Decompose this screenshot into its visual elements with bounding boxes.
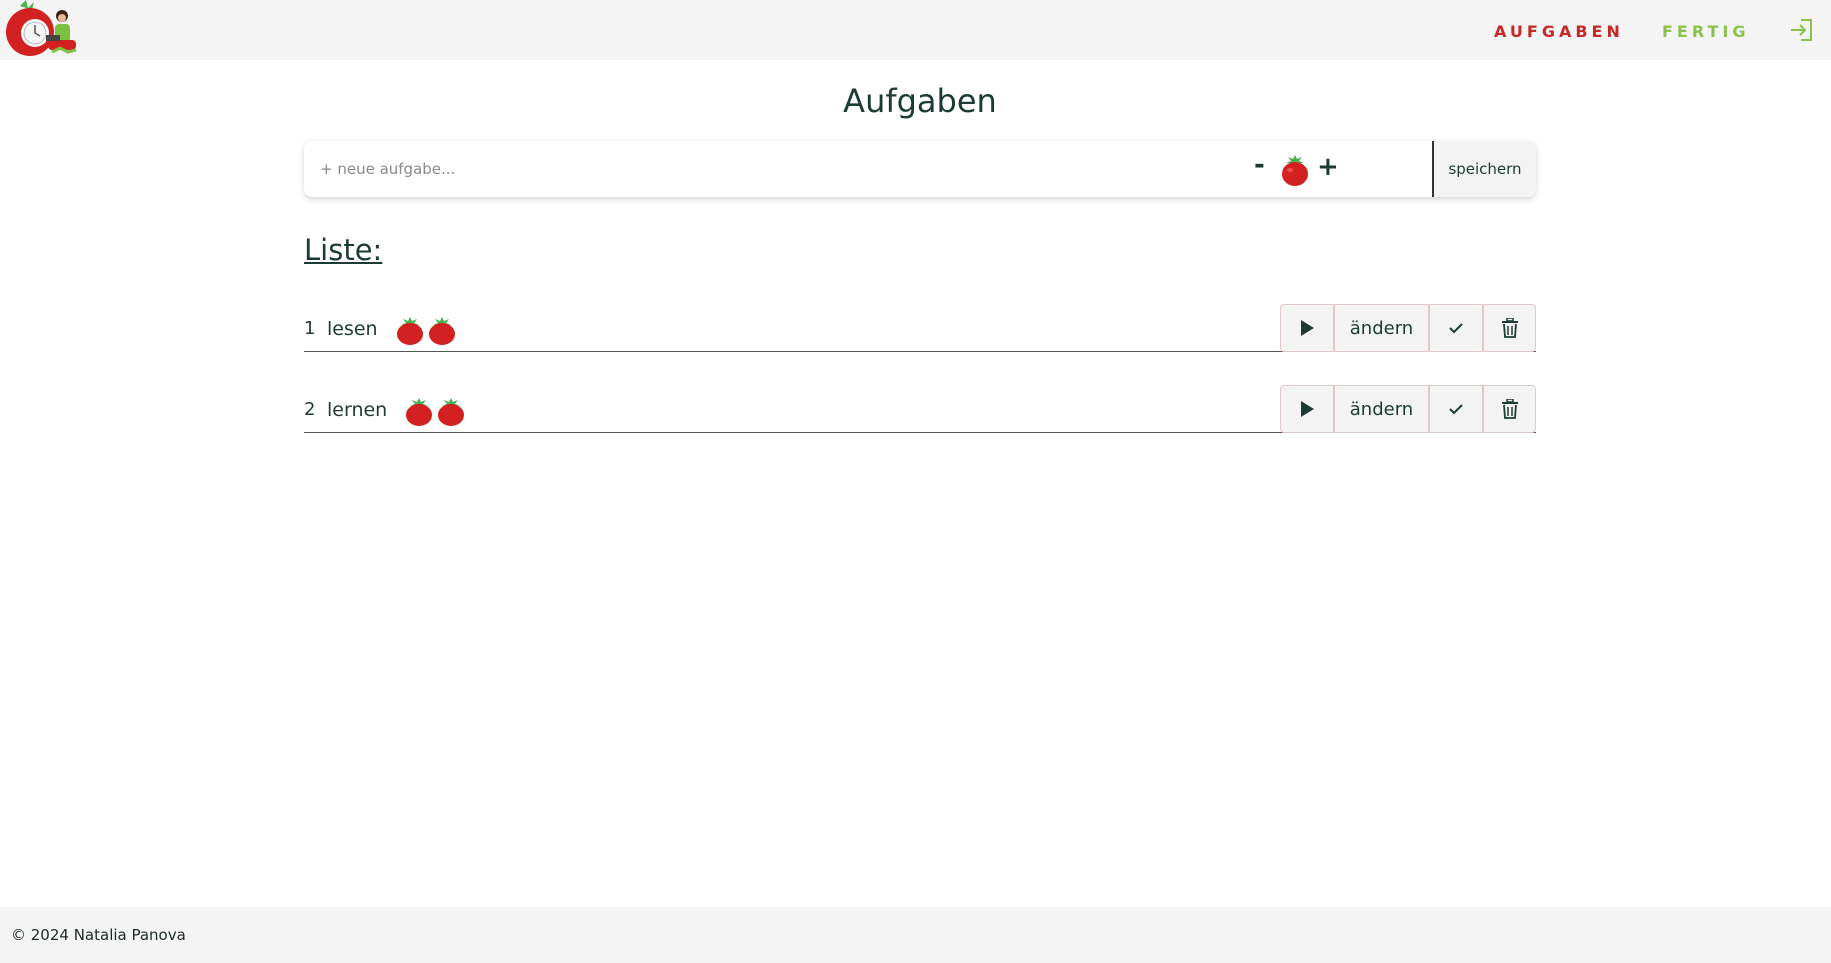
- nav-aufgaben[interactable]: AUFGABEN: [1494, 22, 1624, 41]
- pomodoro-increase-button[interactable]: +: [1317, 152, 1339, 182]
- task-row: 1 lesen ändern: [304, 304, 1536, 352]
- tomato-icon: [429, 317, 455, 345]
- task-pomodoros: [404, 396, 466, 426]
- page-title: Aufgaben: [843, 82, 997, 120]
- delete-button[interactable]: [1483, 385, 1536, 433]
- trash-icon: [1501, 399, 1518, 419]
- task-number: 1: [304, 318, 316, 339]
- tomato-icon: [397, 317, 423, 345]
- complete-button[interactable]: [1429, 385, 1483, 433]
- list-title: Liste:: [304, 233, 383, 267]
- start-button[interactable]: [1280, 385, 1334, 433]
- task-pomodoros: [395, 315, 457, 345]
- save-button[interactable]: speichern: [1432, 141, 1536, 197]
- edit-button[interactable]: ändern: [1334, 385, 1429, 433]
- task-number: 2: [304, 399, 316, 420]
- task-actions: ändern: [1280, 385, 1536, 433]
- nav-fertig[interactable]: FERTIG: [1662, 22, 1749, 41]
- tomato-icon: [1280, 151, 1310, 187]
- delete-button[interactable]: [1483, 304, 1536, 352]
- pomodoro-decrease-button[interactable]: -: [1254, 150, 1265, 180]
- tomato-icon: [438, 398, 464, 426]
- complete-button[interactable]: [1429, 304, 1483, 352]
- new-task-input[interactable]: [304, 141, 1204, 197]
- edit-button[interactable]: ändern: [1334, 304, 1429, 352]
- trash-icon: [1501, 318, 1518, 338]
- play-icon: [1301, 320, 1314, 336]
- check-icon: [1449, 404, 1463, 415]
- task-name: lernen: [327, 399, 388, 421]
- start-button[interactable]: [1280, 304, 1334, 352]
- task-name: lesen: [327, 318, 378, 340]
- footer: © 2024 Natalia Panova: [0, 907, 1831, 963]
- play-icon: [1301, 401, 1314, 417]
- tomato-clock-logo[interactable]: [2, 0, 82, 60]
- tomato-icon: [406, 398, 432, 426]
- task-row: 2 lernen ändern: [304, 385, 1536, 433]
- header: AUFGABEN FERTIG: [0, 0, 1831, 60]
- new-task-form: [304, 141, 1536, 197]
- footer-copyright: © 2024 Natalia Panova: [11, 926, 186, 944]
- sign-in-icon[interactable]: [1789, 17, 1815, 43]
- task-actions: ändern: [1280, 304, 1536, 352]
- check-icon: [1449, 323, 1463, 334]
